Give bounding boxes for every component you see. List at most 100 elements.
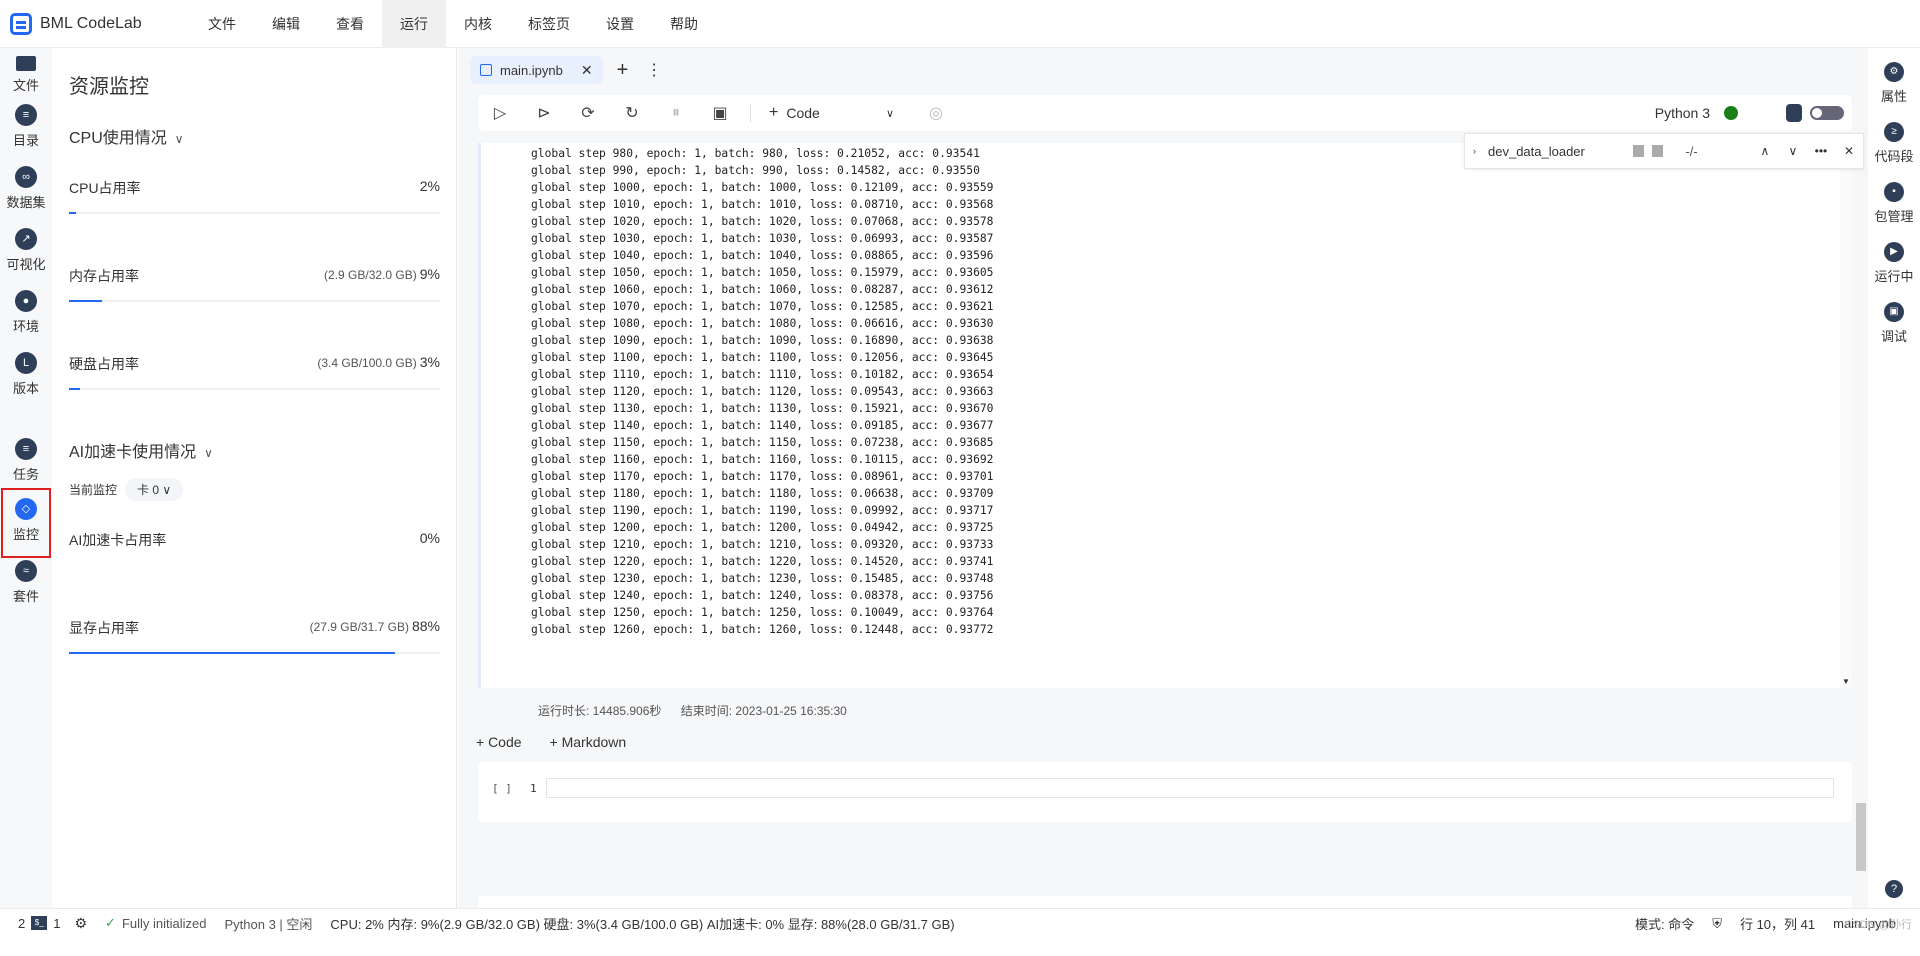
sidebar-item-label: 可视化 [6, 257, 46, 272]
next-match-icon[interactable]: ∨ [1779, 144, 1807, 158]
case-option-icon[interactable] [1632, 145, 1645, 157]
app-logo: BML CodeLab [10, 12, 190, 35]
notebook-scrollbar[interactable] [1854, 143, 1868, 908]
cell-type-select[interactable]: + Code ∨ [769, 104, 894, 122]
menu-settings[interactable]: 设置 [588, 0, 652, 48]
right-item-running[interactable]: ▶ 运行中 [1868, 242, 1920, 285]
right-item-properties[interactable]: ⚙ 属性 [1868, 62, 1920, 105]
snippet-icon: ≥ [1884, 122, 1904, 142]
help-icon[interactable]: ? [1885, 880, 1903, 898]
running-icon: ▶ [1884, 242, 1904, 262]
version-icon: L [15, 352, 37, 374]
save-icon[interactable]: ▣ [698, 103, 742, 123]
gear-icon[interactable]: ⚙ [74, 915, 87, 932]
watermark: CSDN @孙行 [1844, 919, 1912, 931]
menu-edit[interactable]: 编辑 [254, 0, 318, 48]
folder-icon [16, 56, 36, 71]
menu-view[interactable]: 查看 [318, 0, 382, 48]
progress-fill [69, 300, 103, 302]
run-icon[interactable]: ▷ [478, 103, 522, 123]
notebook-area: main.ipynb ✕ + ⋮ ▷ ⊳ ⟳ ↻ ⏸ ▣ + Code ∨ ◎ … [458, 48, 1868, 956]
stop-icon[interactable]: ⏸ [654, 104, 698, 122]
right-item-packages[interactable]: ▪ 包管理 [1868, 182, 1920, 225]
ai-section-toggle[interactable]: AI加速卡使用情况 ∨ [69, 438, 213, 462]
kernel-status-text[interactable]: Python 3 | 空闲 [224, 914, 312, 933]
tab-bar: main.ipynb ✕ + ⋮ [470, 54, 662, 86]
code-input[interactable] [546, 778, 1834, 798]
notebook-toolbar: ▷ ⊳ ⟳ ↻ ⏸ ▣ + Code ∨ ◎ Python 3 [478, 95, 1852, 131]
menu-help[interactable]: 帮助 [652, 0, 716, 48]
tab-main-ipynb[interactable]: main.ipynb ✕ [470, 56, 603, 84]
current-monitor-label: 当前监控 [69, 483, 118, 497]
regex-option-icon[interactable] [1652, 145, 1664, 157]
menu-file[interactable]: 文件 [190, 0, 254, 48]
metric-label: AI加速卡占用率 [69, 532, 167, 548]
code-cell[interactable]: [ ] 1 [478, 762, 1852, 822]
output-scrollbar[interactable]: ▼ [1840, 143, 1852, 688]
environment-icon: ● [15, 290, 37, 312]
restart-kernel-icon[interactable]: ↻ [610, 103, 654, 123]
kernel-status[interactable]: Python 3 [1655, 95, 1738, 131]
scroll-down-icon[interactable]: ▼ [1842, 677, 1850, 686]
sidebar-item-visualization[interactable]: ↗ 可视化 [0, 228, 52, 273]
menu-kernel[interactable]: 内核 [446, 0, 510, 48]
lock-icon[interactable] [1786, 104, 1802, 122]
plus-icon: + [769, 104, 779, 121]
previous-match-icon[interactable]: ∧ [1751, 144, 1779, 158]
shield-icon: ⛨ [1712, 915, 1722, 931]
terminal-icon: $_ [31, 916, 48, 930]
metric-value: (2.9 GB/32.0 GB) 9% [324, 266, 440, 282]
memory-usage-metric: 内存占用率 (2.9 GB/32.0 GB) 9% [69, 266, 440, 306]
more-icon[interactable]: ⋮ [646, 60, 662, 80]
find-input[interactable]: dev_data_loader [1488, 144, 1633, 159]
progress-fill [69, 388, 81, 390]
sidebar-item-task[interactable]: ≡ 任务 [0, 438, 52, 483]
cursor-position[interactable]: 行 10，列 41 [1740, 914, 1815, 933]
status-counts[interactable]: 2 $_ 1 ⚙ [18, 915, 87, 932]
sidebar-item-version[interactable]: L 版本 [0, 352, 52, 397]
run-all-icon[interactable]: ⊳ [522, 103, 566, 123]
ai-card-usage-metric: AI加速卡占用率 0% [69, 530, 440, 570]
execution-info: 运行时长: 14485.906秒 结束时间: 2023-01-25 16:35:… [538, 702, 863, 719]
new-tab-button[interactable]: + [617, 59, 629, 82]
right-item-label: 代码段 [1874, 149, 1914, 164]
sidebar-item-dataset[interactable]: ∞ 数据集 [0, 166, 52, 211]
restart-run-icon[interactable]: ⟳ [566, 103, 610, 123]
sidebar-item-files[interactable]: 文件 [0, 56, 52, 94]
chevron-down-icon: ∨ [885, 107, 894, 120]
selection-highlight-box [1, 488, 51, 558]
logo-icon [10, 12, 32, 35]
sidebar-item-suite[interactable]: ≈ 套件 [0, 560, 52, 605]
add-code-button[interactable]: + Code [476, 734, 522, 750]
right-item-debug[interactable]: ▣ 调试 [1868, 302, 1920, 345]
toggle-switch[interactable] [1810, 106, 1844, 120]
notebook-icon [480, 64, 492, 76]
sidebar-item-label: 数据集 [6, 195, 46, 210]
top-menu-bar: BML CodeLab 文件 编辑 查看 运行 内核 标签页 设置 帮助 [0, 0, 1920, 48]
card-dropdown[interactable]: 卡 0 ∨ [125, 478, 184, 501]
debug-target-icon[interactable]: ◎ [914, 103, 958, 123]
run-duration: 运行时长: 14485.906秒 [538, 704, 662, 718]
properties-icon: ⚙ [1884, 62, 1904, 82]
right-item-label: 调试 [1880, 329, 1907, 344]
sidebar-item-toc[interactable]: ≡ 目录 [0, 104, 52, 149]
close-icon[interactable]: ✕ [581, 62, 593, 79]
resource-summary: CPU: 2% 内存: 9%(2.9 GB/32.0 GB) 硬盘: 3%(3.… [330, 916, 955, 932]
menu-tabs[interactable]: 标签页 [510, 0, 588, 48]
cpu-usage-metric: CPU占用率 2% [69, 178, 440, 218]
cell-type-value: Code [786, 105, 820, 121]
metric-value: 2% [419, 178, 440, 194]
scrollbar-thumb[interactable] [1856, 803, 1866, 871]
right-item-label: 包管理 [1874, 209, 1914, 224]
add-markdown-button[interactable]: + Markdown [550, 734, 627, 750]
metric-value: (3.4 GB/100.0 GB) 3% [317, 354, 440, 370]
expand-icon[interactable]: › [1473, 146, 1476, 156]
more-options-icon[interactable]: ••• [1807, 144, 1835, 158]
right-item-snippets[interactable]: ≥ 代码段 [1868, 122, 1920, 165]
cpu-section-toggle[interactable]: CPU使用情况 ∨ [69, 124, 184, 148]
app-name: BML CodeLab [40, 14, 142, 32]
task-icon: ≡ [15, 438, 37, 460]
sidebar-item-label: 环境 [12, 319, 39, 334]
menu-run[interactable]: 运行 [382, 0, 446, 48]
sidebar-item-environment[interactable]: ● 环境 [0, 290, 52, 335]
